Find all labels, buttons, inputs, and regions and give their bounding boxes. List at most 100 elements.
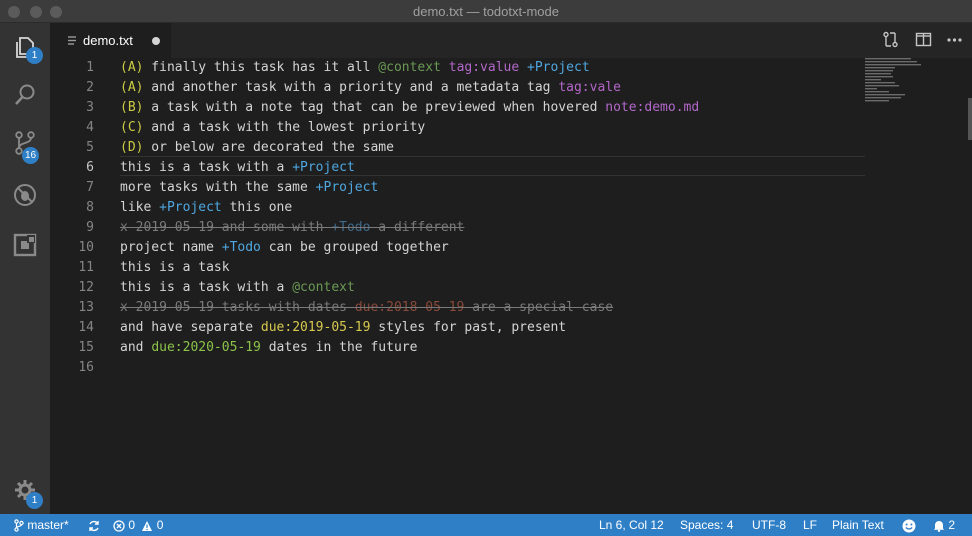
text-token: and xyxy=(120,340,152,355)
debug-button[interactable] xyxy=(0,171,50,219)
code-line-9[interactable]: x 2019-05-19 and some with +Todo a diffe… xyxy=(120,218,464,238)
text-token: this is a task xyxy=(120,260,230,275)
cursor-position[interactable]: Ln 6, Col 12 xyxy=(599,517,664,533)
window-title: demo.txt — todotxt-mode xyxy=(413,4,559,19)
manage-button[interactable]: 1 xyxy=(0,466,50,514)
explorer-button[interactable]: 1 xyxy=(0,23,50,71)
priority-token: (B) xyxy=(120,100,144,115)
line-number: 3 xyxy=(86,100,94,115)
code-line-7[interactable]: more tasks with the same +Project xyxy=(120,178,378,198)
line-number: 7 xyxy=(86,180,94,195)
problems-indicator[interactable]: 0 0 xyxy=(113,517,163,533)
text-token: project name xyxy=(120,240,222,255)
text-token: x 2019-05-19 and some with xyxy=(120,220,332,235)
text-token: this one xyxy=(221,200,293,215)
text-token: can be grouped together xyxy=(260,240,449,255)
feedback-button[interactable] xyxy=(901,517,917,533)
code-line-6[interactable]: this is a task with a +Project xyxy=(120,158,355,178)
tag-token: tag:value xyxy=(448,60,520,75)
error-icon xyxy=(113,520,125,532)
line-number: 8 xyxy=(86,200,94,215)
code-line-4[interactable]: (C) and a task with the lowest priority xyxy=(120,118,425,138)
due-future-token: due:2020-05-19 xyxy=(151,340,261,355)
open-changes-button[interactable] xyxy=(882,31,899,53)
settings-badge: 1 xyxy=(26,492,43,509)
vertical-scrollbar[interactable] xyxy=(958,58,972,514)
text-token: this is a task with a xyxy=(120,280,293,295)
git-branch-icon xyxy=(14,519,24,533)
text-token: or below are decorated the same xyxy=(143,140,394,155)
unsaved-dot-icon[interactable] xyxy=(152,37,160,45)
note-tag-token[interactable]: note:demo.md xyxy=(605,100,699,115)
code-line-1[interactable]: (A) finally this task has it all @contex… xyxy=(120,58,590,78)
context-token: @context xyxy=(292,280,355,295)
compare-changes-icon xyxy=(883,31,898,48)
tab-demo-txt[interactable]: demo.txt xyxy=(50,23,171,58)
code-line-8[interactable]: like +Project this one xyxy=(120,198,292,218)
priority-token: (A) xyxy=(120,60,144,75)
priority-token: (C) xyxy=(120,120,144,135)
line-number: 11 xyxy=(78,260,94,275)
editor-area[interactable]: 1 2 3 4 5 6 7 8 9 10 11 12 13 14 15 16 (A) finally this… xyxy=(50,58,972,514)
notifications-button[interactable]: 2 xyxy=(933,517,955,533)
line-number: 16 xyxy=(78,360,94,375)
extensions-button[interactable] xyxy=(0,221,50,269)
vscode-window: demo.txt — todotxt-mode 1 16 1 demo.txt … xyxy=(0,0,972,536)
line-number: 14 xyxy=(78,320,94,335)
line-number: 1 xyxy=(86,60,94,75)
title-bar: demo.txt — todotxt-mode xyxy=(0,0,972,23)
code-line-11[interactable]: this is a task xyxy=(120,258,230,278)
line-number: 9 xyxy=(86,220,94,235)
branch-indicator[interactable]: master* xyxy=(14,517,69,533)
tab-label: demo.txt xyxy=(83,33,133,48)
error-count: 0 xyxy=(128,518,136,532)
text-token: this is a task with a xyxy=(120,160,293,175)
text-token: dates in the future xyxy=(260,340,418,355)
split-editor-button[interactable] xyxy=(915,31,932,53)
language-mode[interactable]: Plain Text xyxy=(832,517,884,533)
warning-count: 0 xyxy=(156,518,164,532)
status-bar: master* 0 0 Ln 6, Col 12 Spaces: 4 UTF-8 xyxy=(0,514,972,536)
search-button[interactable] xyxy=(0,71,50,119)
priority-token: (A) xyxy=(120,80,144,95)
explorer-badge: 1 xyxy=(26,47,43,64)
text-token: more tasks with the same xyxy=(120,180,316,195)
end-of-line[interactable]: LF xyxy=(803,517,817,533)
indentation[interactable]: Spaces: 4 xyxy=(680,517,733,533)
more-actions-button[interactable] xyxy=(946,31,963,53)
text-token: like xyxy=(120,200,160,215)
code-line-3[interactable]: (B) a task with a note tag that can be p… xyxy=(120,98,699,118)
code-line-10[interactable]: project name +Todo can be grouped togeth… xyxy=(120,238,449,258)
context-token: @context xyxy=(378,60,441,75)
source-control-button[interactable]: 16 xyxy=(0,119,50,167)
line-number: 15 xyxy=(78,340,94,355)
project-token: +Todo xyxy=(331,220,371,235)
text-token: x 2019-05-19 tasks with dates xyxy=(120,300,355,315)
text-token: and a task with the lowest priority xyxy=(143,120,426,135)
code-line-15[interactable]: and due:2020-05-19 dates in the future xyxy=(120,338,417,358)
sync-button[interactable] xyxy=(88,517,100,533)
code-line-13[interactable]: x 2019-05-19 tasks with dates due:2018-0… xyxy=(120,298,613,318)
project-token: +Todo xyxy=(221,240,261,255)
project-token: +Project xyxy=(159,200,222,215)
text-token: styles for past, present xyxy=(370,320,567,335)
text-token: and another task with a priority and a m… xyxy=(143,80,559,95)
project-token: +Project xyxy=(315,180,379,195)
scrollbar-thumb[interactable] xyxy=(968,98,972,140)
code-line-5[interactable]: (D) or below are decorated the same xyxy=(120,138,394,158)
due-present-token: due:2019-05-19 xyxy=(260,320,371,335)
no-bug-icon xyxy=(14,184,36,206)
tab-bar: demo.txt xyxy=(50,23,972,58)
line-number: 10 xyxy=(78,240,94,255)
text-token: a task with a note tag that can be previ… xyxy=(143,100,606,115)
text-token: and have separate xyxy=(120,320,261,335)
minimap[interactable] xyxy=(865,58,945,514)
bell-icon xyxy=(933,521,945,533)
code-line-12[interactable]: this is a task with a @context xyxy=(120,278,355,298)
encoding[interactable]: UTF-8 xyxy=(752,517,786,533)
code-line-14[interactable]: and have separate due:2019-05-19 styles … xyxy=(120,318,566,338)
sync-icon xyxy=(89,520,99,531)
code-line-2[interactable]: (A) and another task with a priority and… xyxy=(120,78,621,98)
